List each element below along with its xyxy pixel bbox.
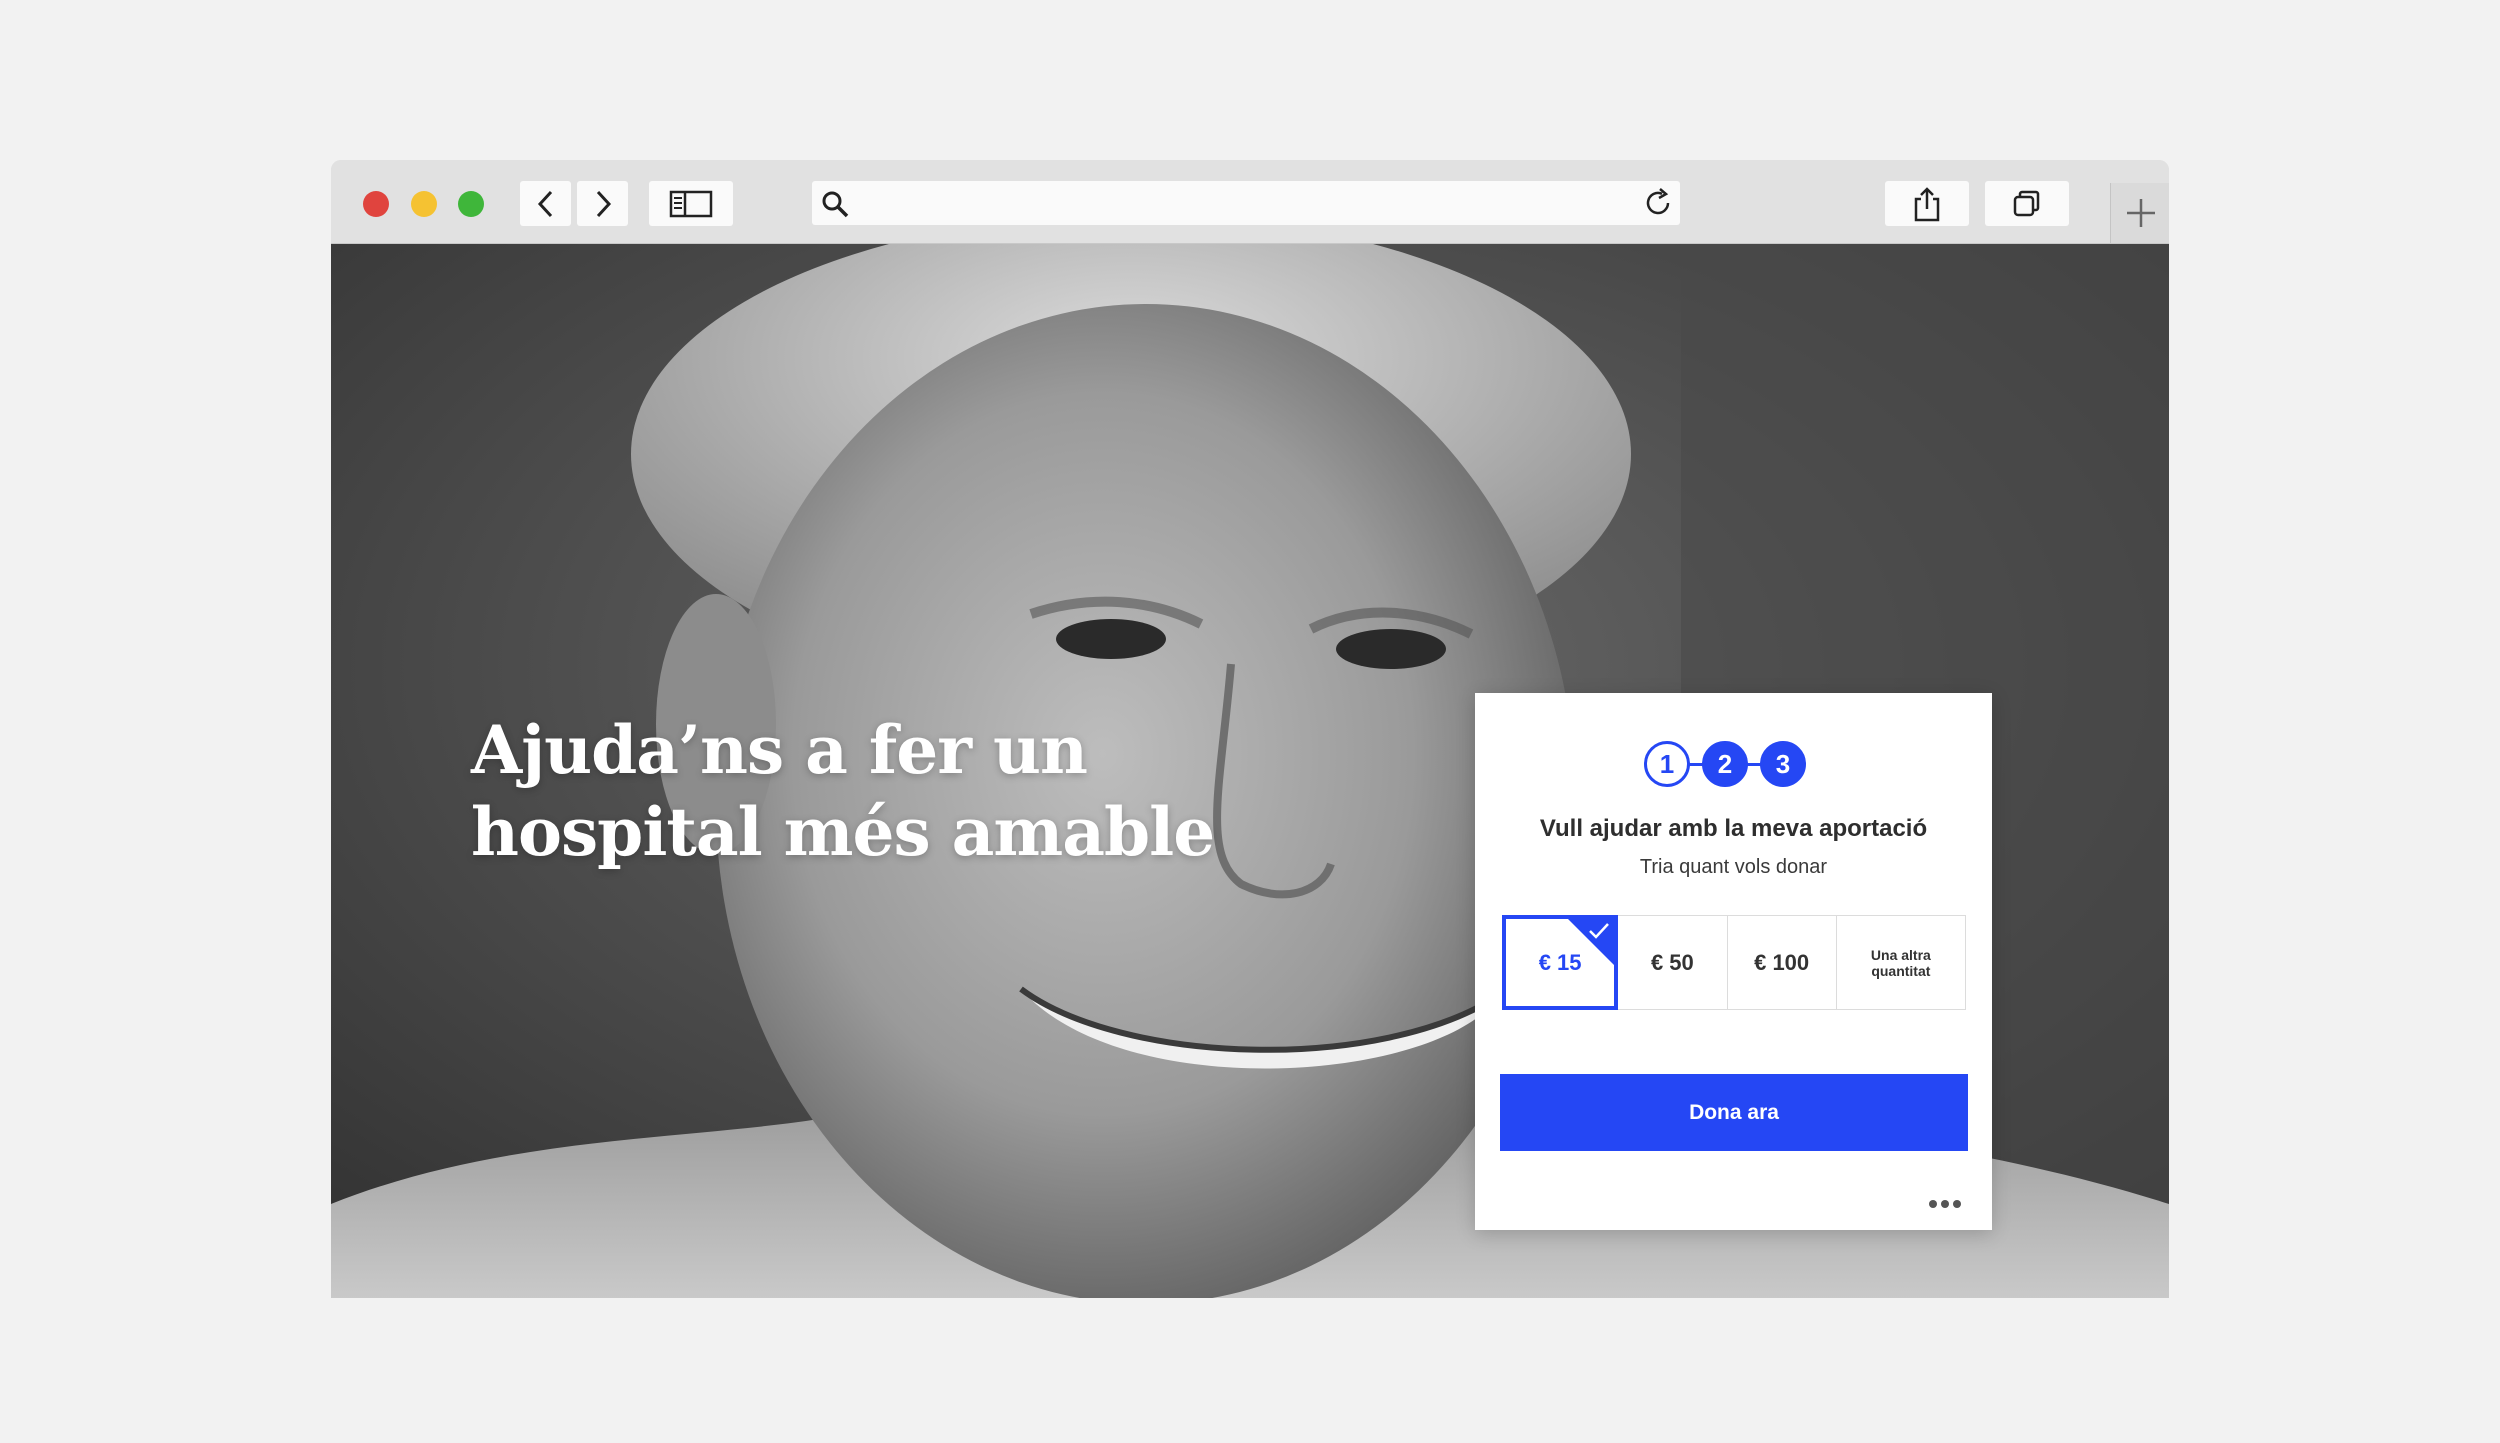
zoom-window-button[interactable] xyxy=(458,191,484,217)
chevron-left-icon xyxy=(537,190,552,217)
card-title: Vull ajudar amb la meva aportació xyxy=(1539,815,1928,842)
amount-label: Una altra quantitat xyxy=(1870,946,1931,979)
amount-option-15[interactable]: € 15 xyxy=(1502,915,1619,1010)
address-bar[interactable] xyxy=(812,181,1680,225)
close-window-button[interactable] xyxy=(363,191,389,217)
tabs-icon xyxy=(2013,190,2040,216)
donate-button[interactable]: Dona ara xyxy=(1500,1074,1968,1151)
step-2: 2 xyxy=(1702,741,1748,787)
browser-window: Ajuda’ns a fer un hospital més amable 1 … xyxy=(331,160,2169,1298)
amount-option-50[interactable]: € 50 xyxy=(1618,916,1728,1009)
donation-card: 1 2 3 Vull ajudar amb la meva aportació … xyxy=(1475,693,1992,1230)
reload-icon[interactable] xyxy=(1642,187,1674,219)
search-icon xyxy=(822,191,849,218)
more-options-icon[interactable] xyxy=(1927,1198,1963,1210)
chevron-right-icon xyxy=(596,190,611,217)
tabs-overview-button[interactable] xyxy=(1985,181,2069,226)
back-button[interactable] xyxy=(520,181,571,226)
card-subtitle: Tria quant vols donar xyxy=(1639,856,1828,878)
step-indicator: 1 2 3 xyxy=(1644,741,1824,789)
sidebar-toggle-button[interactable] xyxy=(649,181,733,226)
sidebar-icon xyxy=(669,190,713,217)
step-3: 3 xyxy=(1760,741,1806,787)
hero-title-line-2: hospital més amable xyxy=(471,793,1215,871)
hero-title-line-1: Ajuda’ns a fer un xyxy=(471,711,1088,789)
page-viewport: Ajuda’ns a fer un hospital més amable 1 … xyxy=(331,244,2169,1298)
check-icon xyxy=(1589,923,1610,939)
amount-label: € 50 xyxy=(1650,949,1694,975)
amount-option-other[interactable]: Una altra quantitat xyxy=(1837,916,1965,1009)
share-button[interactable] xyxy=(1885,181,1969,226)
new-tab-button[interactable] xyxy=(2110,183,2169,243)
minimize-window-button[interactable] xyxy=(411,191,437,217)
amount-options: € 15 € 50 € 100 Una altra quantitat xyxy=(1502,915,1966,1010)
plus-icon xyxy=(2126,199,2155,227)
forward-button[interactable] xyxy=(577,181,628,226)
step-1: 1 xyxy=(1644,741,1690,787)
browser-toolbar xyxy=(331,160,2169,244)
amount-option-100[interactable]: € 100 xyxy=(1728,916,1837,1009)
amount-label: € 100 xyxy=(1754,949,1810,975)
hero-title: Ajuda’ns a fer un hospital més amable xyxy=(471,709,1215,873)
share-icon xyxy=(1914,186,1940,221)
